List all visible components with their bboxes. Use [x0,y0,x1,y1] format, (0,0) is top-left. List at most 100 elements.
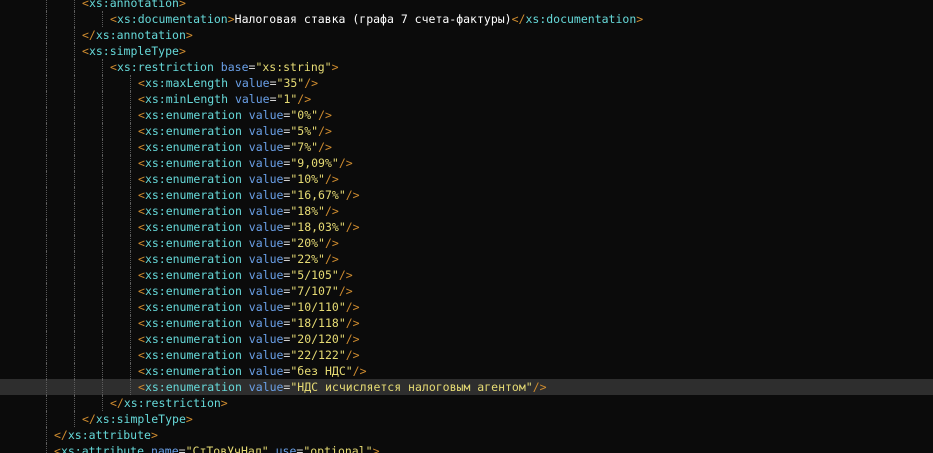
indent-guide [46,155,47,171]
attr-value: "9,09%" [290,156,339,170]
indent-guide [46,411,47,427]
indent-guide [130,75,131,91]
indent-guide [130,91,131,107]
current-code-line[interactable]: <xs:enumeration value="НДС исчисляется н… [0,379,933,395]
indent-guide [74,363,75,379]
code-line[interactable]: <xs:enumeration value="0%"/> [0,107,933,123]
code-line[interactable]: <xs:enumeration value="22%"/> [0,251,933,267]
indent-guide [102,299,103,315]
code-line[interactable]: <xs:enumeration value="7/107"/> [0,283,933,299]
indent-guide [74,379,75,395]
code-line[interactable]: <xs:enumeration value="16,67%"/> [0,187,933,203]
indent-guide [130,379,131,395]
indent-guide [130,187,131,203]
code-line[interactable]: </xs:annotation> [0,27,933,43]
tag-name: xs:enumeration [144,316,242,330]
attr-value: "5%" [290,124,319,138]
attr-value: "НДС исчисляется налоговым агентом" [290,380,533,394]
code-editor[interactable]: <xs:annotation> <xs:documentation>Налогов… [0,0,933,453]
attr-value: "16,67%" [290,188,346,202]
code-line[interactable]: </xs:restriction> [0,395,933,411]
code-line[interactable]: <xs:enumeration value="18,03%"/> [0,219,933,235]
code-line[interactable]: </xs:simpleType> [0,411,933,427]
bracket: < [138,124,145,138]
code-line[interactable]: <xs:enumeration value="20/120"/> [0,331,933,347]
code-text: </xs:attribute> [54,427,158,443]
tag-name: xs:maxLength [144,76,229,90]
bracket: > [185,412,193,426]
code-text: <xs:enumeration value="7%"/> [138,139,332,155]
bracket: < [138,156,145,170]
code-text: <xs:simpleType> [82,43,186,59]
code-text: <xs:enumeration value="22/122"/> [138,347,360,363]
indent-guide [46,235,47,251]
attr-value: "СтТовУчНал" [185,444,269,453]
bracket: /> [324,252,339,266]
code-line[interactable]: <xs:enumeration value="18/118"/> [0,315,933,331]
indent-guide [46,171,47,187]
attr-name: value [241,364,284,378]
attr-name: value [241,108,284,122]
attr-name: value [241,348,284,362]
code-line[interactable]: <xs:attribute name="СтТовУчНал" use="opt… [0,443,933,453]
bracket: < [138,364,145,378]
indent-guide [130,267,131,283]
code-line[interactable]: <xs:enumeration value="7%"/> [0,139,933,155]
attr-value: "18/118" [290,316,346,330]
code-line[interactable]: <xs:enumeration value="22/122"/> [0,347,933,363]
attr-name: value [241,316,284,330]
code-line[interactable]: <xs:simpleType> [0,43,933,59]
indent-guide [46,347,47,363]
bracket: < [138,172,145,186]
tag-name: xs:annotation [95,28,186,42]
code-line[interactable]: <xs:annotation> [0,0,933,11]
code-line[interactable]: <xs:documentation>Налоговая ставка (граф… [0,11,933,27]
attr-value: "20%" [290,236,325,250]
bracket: /> [345,220,360,234]
tag-name: xs:enumeration [144,172,242,186]
tag-name: xs:simpleType [88,44,179,58]
tag-name: xs:documentation [116,12,228,26]
code-line[interactable]: <xs:maxLength value="35"/> [0,75,933,91]
code-line[interactable]: <xs:minLength value="1"/> [0,91,933,107]
attr-value: "0%" [290,108,319,122]
indent-guide [74,11,75,27]
code-text: <xs:attribute name="СтТовУчНал" use="opt… [54,443,380,453]
code-line[interactable]: <xs:enumeration value="10%"/> [0,171,933,187]
indent-guide [102,331,103,347]
code-line[interactable]: <xs:enumeration value="20%"/> [0,235,933,251]
bracket: /> [345,348,360,362]
indent-guide [102,139,103,155]
indent-guide [74,299,75,315]
code-line[interactable]: <xs:enumeration value="без НДС"/> [0,363,933,379]
bracket: < [138,348,145,362]
indent-guide [46,395,47,411]
attr-name: value [241,140,284,154]
indent-guide [46,219,47,235]
bracket: /> [338,284,353,298]
tag-name: xs:enumeration [144,364,242,378]
code-line[interactable]: <xs:restriction base="xs:string"> [0,59,933,75]
code-line[interactable]: <xs:enumeration value="5%"/> [0,123,933,139]
attr-value: "optional" [303,444,373,453]
code-line[interactable]: </xs:attribute> [0,427,933,443]
code-line[interactable]: <xs:enumeration value="10/110"/> [0,299,933,315]
indent-guide [74,411,75,427]
code-line[interactable]: <xs:enumeration value="18%"/> [0,203,933,219]
indent-guide [102,267,103,283]
code-text: <xs:enumeration value="18,03%"/> [138,219,360,235]
tag-name: xs:enumeration [144,236,242,250]
bracket: /> [318,108,332,122]
attr-name: value [241,380,284,394]
indent-guide [102,11,103,27]
code-text: <xs:enumeration value="7/107"/> [138,283,353,299]
code-text: <xs:enumeration value="16,67%"/> [138,187,360,203]
code-text: <xs:restriction base="xs:string"> [110,59,339,75]
code-text: <xs:enumeration value="18/118"/> [138,315,360,331]
indent-guide [102,155,103,171]
attr-name: value [241,124,284,138]
code-line[interactable]: <xs:enumeration value="5/105"/> [0,267,933,283]
indent-guide [46,267,47,283]
code-line[interactable]: <xs:enumeration value="9,09%"/> [0,155,933,171]
attr-value: "20/120" [290,332,346,346]
